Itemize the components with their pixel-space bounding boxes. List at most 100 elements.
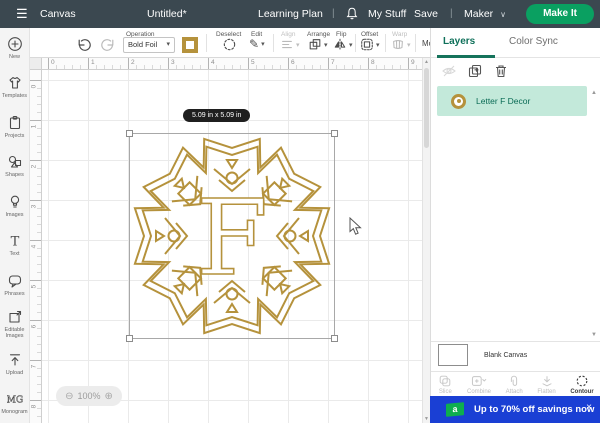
dropdown-arrow-icon: ▾ xyxy=(296,41,300,49)
scroll-up-icon[interactable]: ▲ xyxy=(424,59,429,65)
pencil-icon: ✎ xyxy=(249,37,259,51)
vertical-ruler: 012345678 xyxy=(30,70,42,423)
warp-button[interactable]: ▾ xyxy=(391,37,411,52)
make-it-button[interactable]: Make It xyxy=(526,4,594,24)
ruler-corner xyxy=(30,58,42,70)
lightbulb-icon xyxy=(7,194,23,210)
operation-color-swatch[interactable] xyxy=(182,37,198,53)
redo-icon xyxy=(100,37,116,53)
sidebar-item-phrases[interactable]: Phrases xyxy=(0,265,29,305)
sidebar-item-monogram[interactable]: MG Monogram xyxy=(0,384,29,423)
scroll-down-icon[interactable]: ▼ xyxy=(424,416,429,422)
paperclip-icon xyxy=(507,374,521,388)
ruler-number: 0 xyxy=(30,85,37,89)
layer-name: Letter F Decor xyxy=(476,96,530,106)
operation-dropdown[interactable]: Bold Foil▾ xyxy=(123,37,175,53)
learning-plan-link[interactable]: Learning Plan xyxy=(258,8,323,20)
delete-layer-button[interactable] xyxy=(493,63,509,84)
clipboard-icon xyxy=(7,115,23,131)
blank-canvas-row[interactable]: Blank Canvas xyxy=(438,344,527,366)
save-link[interactable]: Save xyxy=(414,8,438,20)
machine-selector[interactable]: Maker ∨ xyxy=(464,8,506,20)
cricut-access-badge-icon: a xyxy=(446,402,464,417)
trash-icon xyxy=(493,63,509,79)
blank-canvas-swatch[interactable] xyxy=(438,344,468,366)
ruler-number: 5 xyxy=(30,285,37,289)
toolbar-divider xyxy=(415,34,416,52)
sidebar-item-editable-images[interactable]: Editable Images xyxy=(0,305,29,345)
my-stuff-link[interactable]: My Stuff xyxy=(368,8,406,20)
flip-button[interactable]: ▾ xyxy=(333,37,353,52)
scrollbar-thumb[interactable] xyxy=(424,68,429,148)
align-button[interactable]: ▾ xyxy=(280,37,300,52)
ruler-number: 7 xyxy=(331,59,335,66)
flip-icon xyxy=(333,37,347,52)
zoom-in-button[interactable]: ⊕ xyxy=(105,391,113,402)
plus-circle-icon xyxy=(7,36,23,52)
edit-button[interactable]: ✎ ▾ xyxy=(249,37,265,51)
tab-color-sync[interactable]: Color Sync xyxy=(509,36,558,47)
contour-icon xyxy=(575,374,589,388)
undo-button[interactable] xyxy=(76,37,92,53)
contour-button[interactable]: Contour xyxy=(570,374,593,395)
ruler-number: 9 xyxy=(411,59,415,66)
editable-image-icon xyxy=(7,309,23,325)
close-icon[interactable]: × xyxy=(586,402,592,413)
arrange-button[interactable]: ▾ xyxy=(308,37,328,52)
offset-button[interactable]: ▾ xyxy=(360,37,380,52)
layer-row-letter-f-decor[interactable]: Letter F Decor xyxy=(437,86,587,116)
attach-button[interactable]: Attach xyxy=(506,374,523,395)
hide-layer-button[interactable] xyxy=(441,63,457,84)
deselect-button[interactable] xyxy=(222,37,237,52)
slice-button[interactable]: Slice xyxy=(438,374,452,395)
ruler-number: 8 xyxy=(30,405,37,409)
redo-button[interactable] xyxy=(100,37,116,53)
horizontal-ruler: 0123456789 xyxy=(42,58,422,70)
sidebar-item-images[interactable]: Images xyxy=(0,186,29,226)
ruler-number: 3 xyxy=(30,205,37,209)
dropdown-arrow-icon: ▾ xyxy=(261,40,265,48)
sidebar-item-templates[interactable]: Templates xyxy=(0,68,29,108)
dropdown-arrow-icon: ▾ xyxy=(376,41,380,49)
sidebar-item-projects[interactable]: Projects xyxy=(0,107,29,147)
layers-scroll-up-icon[interactable]: ▲ xyxy=(591,90,597,96)
ruler-number: 1 xyxy=(91,59,95,66)
hamburger-menu-icon[interactable]: ☰ xyxy=(16,6,28,22)
sidebar-item-new[interactable]: New xyxy=(0,28,29,68)
ruler-number: 6 xyxy=(30,325,37,329)
dropdown-arrow-icon: ▾ xyxy=(349,41,353,49)
eye-off-icon xyxy=(441,63,457,79)
ruler-number: 6 xyxy=(291,59,295,66)
svg-text:MG: MG xyxy=(7,396,23,406)
arrange-icon xyxy=(308,37,322,52)
header-separator: | xyxy=(332,8,335,19)
monogram-letter: F xyxy=(196,177,268,299)
svg-text:T: T xyxy=(10,235,19,250)
flatten-button[interactable]: Flatten xyxy=(537,374,555,395)
ruler-number: 8 xyxy=(371,59,375,66)
ruler-number: 3 xyxy=(171,59,175,66)
toolbar-divider xyxy=(385,34,386,52)
monogram-dot xyxy=(169,231,180,242)
sidebar-item-upload[interactable]: Upload xyxy=(0,344,29,384)
project-title[interactable]: Untitled* xyxy=(147,8,187,20)
notifications-bell-icon[interactable] xyxy=(346,7,358,26)
zoom-out-button[interactable]: ⊖ xyxy=(65,391,73,402)
upload-icon xyxy=(7,352,23,368)
sidebar-item-shapes[interactable]: Shapes xyxy=(0,147,29,187)
promo-banner[interactable]: a Up to 70% off savings now × xyxy=(430,396,600,423)
ruler-number: 7 xyxy=(30,365,37,369)
duplicate-layer-button[interactable] xyxy=(467,63,483,84)
layer-tools-row: Slice Combine Attach Flatten Contour xyxy=(431,373,600,396)
tab-layers[interactable]: Layers xyxy=(443,36,475,47)
chevron-down-icon: ∨ xyxy=(500,10,506,19)
left-toolbar: New Templates Projects Shapes Images T T… xyxy=(0,28,30,423)
layers-scroll-down-icon[interactable]: ▼ xyxy=(591,332,597,338)
combine-icon xyxy=(470,374,488,388)
letter-f-monogram-design[interactable]: F xyxy=(129,133,335,339)
sidebar-item-text[interactable]: T Text xyxy=(0,226,29,266)
ruler-number: 0 xyxy=(51,59,55,66)
canvas-vertical-scrollbar[interactable]: ▲ ▼ xyxy=(422,58,430,423)
combine-button[interactable]: Combine xyxy=(467,374,491,395)
ruler-number: 2 xyxy=(131,59,135,66)
